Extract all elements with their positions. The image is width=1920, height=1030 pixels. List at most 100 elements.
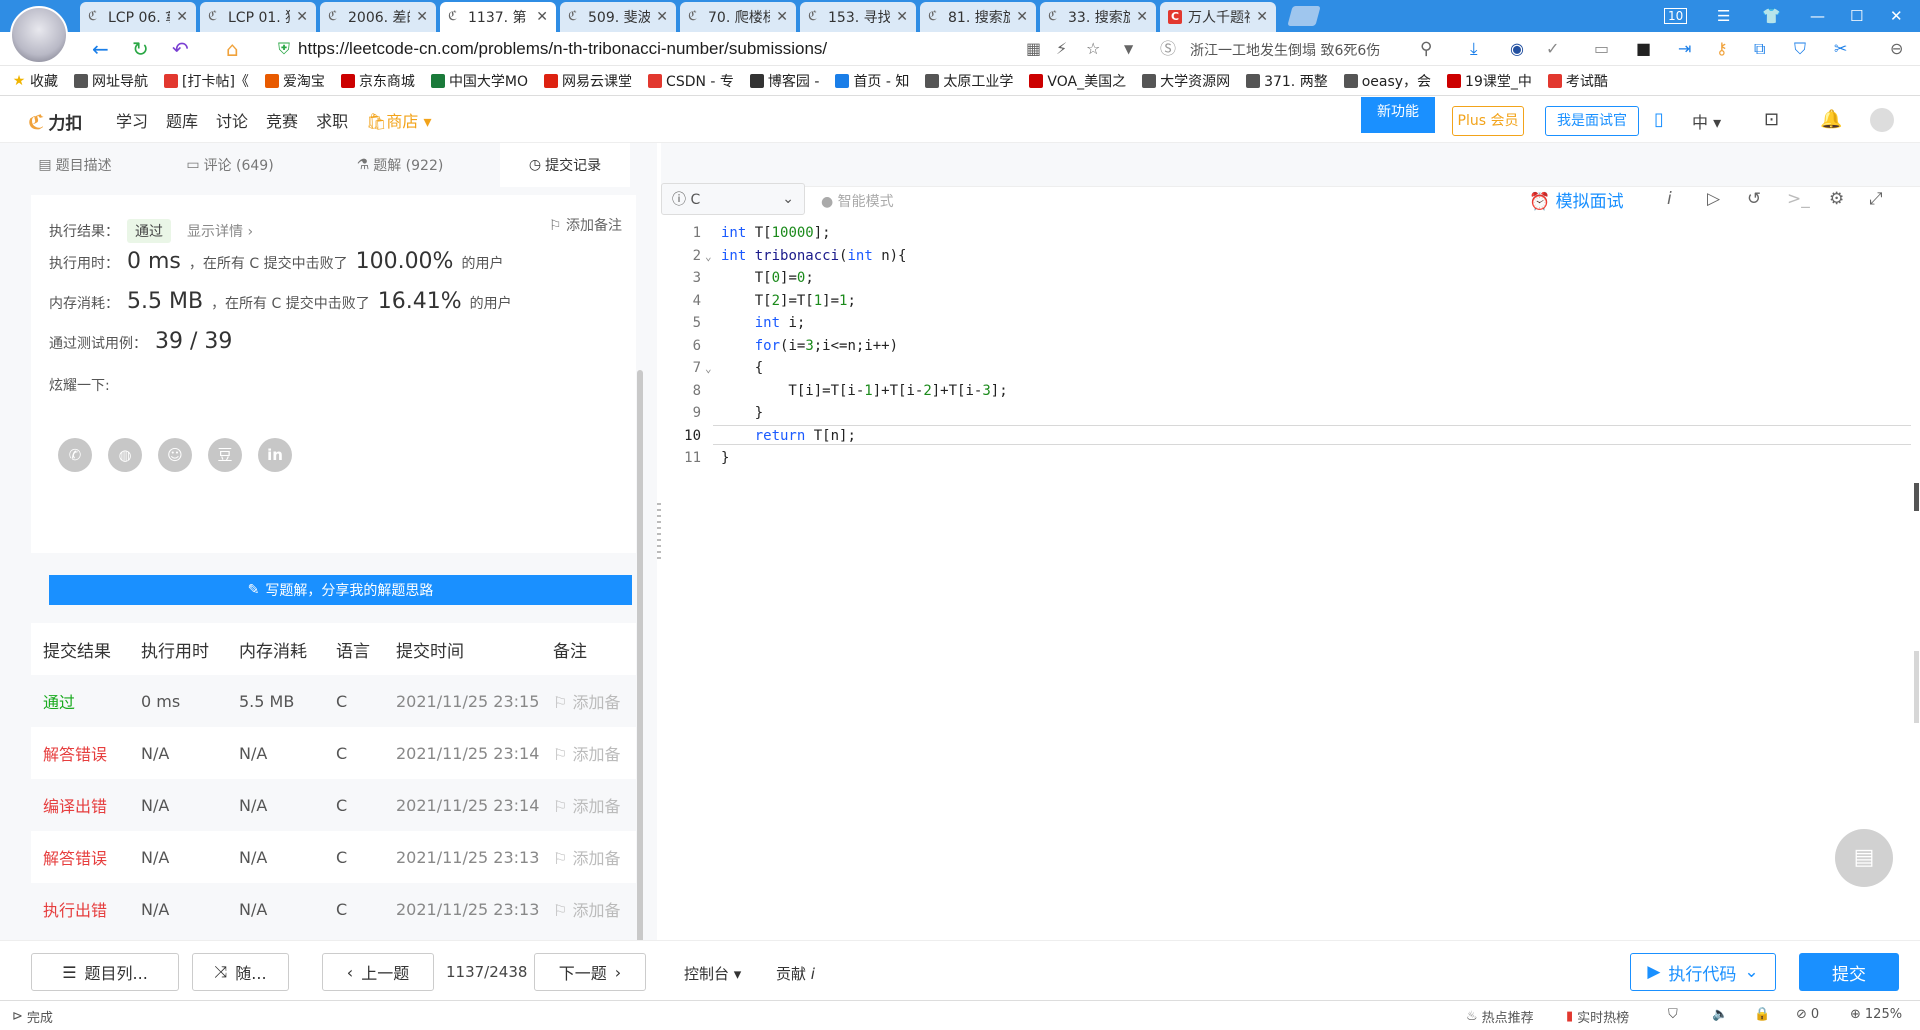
bookmark-item[interactable]: 京东商城 [340,71,415,91]
bookmark-item[interactable]: 爱淘宝 [264,71,325,91]
zoom-level[interactable]: ⊕ 125% [1850,1007,1902,1022]
editor-scrollbar[interactable] [1914,651,1919,723]
close-tab-icon[interactable]: ✕ [896,9,908,25]
save-note-float-button[interactable]: ▤ [1835,829,1893,887]
close-tab-icon[interactable]: ✕ [1016,9,1028,25]
bookmark-item[interactable]: 太原工业学 [925,71,1013,91]
nav-menu-item[interactable]: 题库 [166,108,198,132]
add-note-link[interactable]: ⚐ 添加备 [553,793,620,817]
write-solution-button[interactable]: ✎ 写题解，分享我的解题思路 [49,575,632,605]
menu-icon[interactable]: ☰ [1717,0,1730,32]
hot-recommend[interactable]: ♨ 热点推荐 [1466,1007,1534,1026]
tab-solutions[interactable]: ⚗ 题解 (922) [330,143,470,187]
table-row[interactable]: 解答错误 N/A N/A C 2021/11/25 23:13 ⚐ 添加备 [31,831,636,883]
submission-result-link[interactable]: 解答错误 [43,741,107,765]
key-icon[interactable]: ⚷ [1716,37,1728,61]
code-line[interactable]: return T[n]; [721,428,856,444]
bookmark-item[interactable]: 中国大学MO [430,71,528,91]
ext-globe-icon[interactable]: ◉ [1510,37,1524,61]
browser-tab[interactable]: ℭ 33. 搜索旋 ✕ [1040,2,1156,32]
close-tab-icon[interactable]: ✕ [1136,9,1148,25]
linkedin-share-icon[interactable]: in [258,438,292,472]
console-toggle[interactable]: 控制台 ▾ [684,963,741,984]
settings-gear-icon[interactable]: ⚙ [1829,189,1844,209]
qr-icon[interactable]: ▦ [1026,37,1041,61]
fold-chevron-icon[interactable]: ⌄ [705,250,712,263]
tab-comments[interactable]: ▭ 评论 (649) [160,143,300,187]
url-field[interactable]: ⛨ https://leetcode-cn.com/problems/n-th-… [278,36,988,62]
close-tab-icon[interactable]: ✕ [176,9,188,25]
bookmark-item[interactable]: 博客园 - [749,71,819,91]
wechat-share-icon[interactable]: ✆ [58,438,92,472]
browser-tab[interactable]: ℭ 70. 爬楼梯 ✕ [680,2,796,32]
plus-member-button[interactable]: Plus 会员 [1452,106,1524,136]
more-ext-icon[interactable]: ⊖ [1890,37,1903,61]
star-icon[interactable]: ☆ [1086,37,1100,61]
close-tab-icon[interactable]: ✕ [1256,9,1268,25]
table-row[interactable]: 通过 0 ms 5.5 MB C 2021/11/25 23:15 ⚐ 添加备 [31,675,636,727]
realtime-hotlist[interactable]: ▮ 实时热榜 [1566,1007,1629,1026]
info-italic-icon[interactable]: i [1667,189,1672,209]
add-note-button[interactable]: ⚐ 添加备注 [549,215,622,235]
code-line[interactable]: int i; [721,315,806,331]
close-tab-icon[interactable]: ✕ [296,9,308,25]
bookmark-item[interactable]: CSDN - 专 [648,71,734,91]
code-line[interactable]: T[i]=T[i-1]+T[i-2]+T[i-3]; [721,383,1007,399]
close-tab-icon[interactable]: ✕ [656,9,668,25]
bookmark-item[interactable]: 19课堂_中 [1447,71,1532,91]
bookmark-item[interactable]: oeasy，会 [1343,71,1431,91]
browser-tab[interactable]: C 万人千题社 ✕ [1160,2,1276,32]
weibo-share-icon[interactable]: ◍ [108,438,142,472]
code-line[interactable]: { [721,360,763,376]
nav-menu-item[interactable]: 竞赛 [266,108,298,132]
bookmark-item[interactable]: ★ 收藏 [12,71,58,91]
refresh-icon[interactable]: ↻ [132,37,149,61]
download-icon[interactable]: ⤓ [1470,37,1478,61]
bookmark-item[interactable]: 网易云课堂 [544,71,632,91]
show-details-link[interactable]: 显示详情 › [187,221,253,241]
bookmark-item[interactable]: 网址导航 [74,71,148,91]
user-avatar[interactable] [10,6,68,64]
sidebar-toggle-icon[interactable]: ⊳ [12,1009,23,1024]
scissors-icon[interactable]: ✂ [1834,37,1847,61]
news-ticker[interactable]: 浙江一工地发生倒塌 致6死6伤 [1190,40,1380,60]
next-problem-button[interactable]: 下一题 › [534,953,646,991]
leetcode-logo[interactable]: ℭ 力扣 [28,109,82,135]
table-row[interactable]: 编译出错 N/A N/A C 2021/11/25 23:14 ⚐ 添加备 [31,779,636,831]
add-note-link[interactable]: ⚐ 添加备 [553,741,620,765]
smart-mode-toggle[interactable]: ● 智能模式 [821,191,894,211]
code-line[interactable]: T[0]=0; [721,270,814,286]
browser-tab[interactable]: ℭ LCP 01. 猜 ✕ [200,2,316,32]
undo-close-icon[interactable]: ↶ [172,37,189,61]
dropdown-icon[interactable]: ▼ [1124,37,1133,61]
left-scrollbar[interactable] [637,370,643,990]
new-feature-badge[interactable]: 新功能 [1361,97,1435,133]
code-line[interactable]: T[2]=T[1]=1; [721,293,856,309]
code-line[interactable]: int tribonacci(int n){ [721,248,906,264]
add-note-link[interactable]: ⚐ 添加备 [553,845,620,869]
tab-submissions[interactable]: ◷ 提交记录 [500,143,630,187]
close-window-icon[interactable]: ✕ [1890,0,1903,32]
translate-icon[interactable]: ⧉ [1754,37,1765,61]
browser-tab[interactable]: ℭ 81. 搜索旋 ✕ [920,2,1036,32]
search-engine-icon[interactable]: Ⓢ [1160,37,1176,61]
fold-chevron-icon[interactable]: ⌄ [705,362,712,375]
browser-tab[interactable]: ℭ 153. 寻找旋 ✕ [800,2,916,32]
home-icon[interactable]: ⌂ [226,37,239,61]
browser-tab[interactable]: ℭ 2006. 差的 ✕ [320,2,436,32]
browser-tab[interactable]: ℭ 509. 斐波那 ✕ [560,2,676,32]
table-row[interactable]: 执行出错 N/A N/A C 2021/11/25 23:13 ⚐ 添加备 [31,883,636,923]
bookmark-item[interactable]: 371. 两整 [1246,71,1328,91]
nav-menu-item[interactable]: 求职 [316,108,348,132]
play-icon[interactable]: ▷ [1707,189,1720,209]
qq-share-icon[interactable]: ☺ [158,438,192,472]
code-line[interactable]: } [721,405,763,421]
bookmark-item[interactable]: VOA_美国之 [1029,71,1126,91]
mobile-icon[interactable]: ▯ [1654,109,1664,130]
nav-menu-item[interactable]: 学习 [116,108,148,132]
submission-result-link[interactable]: 解答错误 [43,845,107,869]
code-line[interactable]: for(i=3;i<=n;i++) [721,338,898,354]
tab-description[interactable]: ▤ 题目描述 [20,143,130,187]
bookmark-item[interactable]: 大学资源网 [1142,71,1230,91]
douban-share-icon[interactable]: 豆 [208,438,242,472]
